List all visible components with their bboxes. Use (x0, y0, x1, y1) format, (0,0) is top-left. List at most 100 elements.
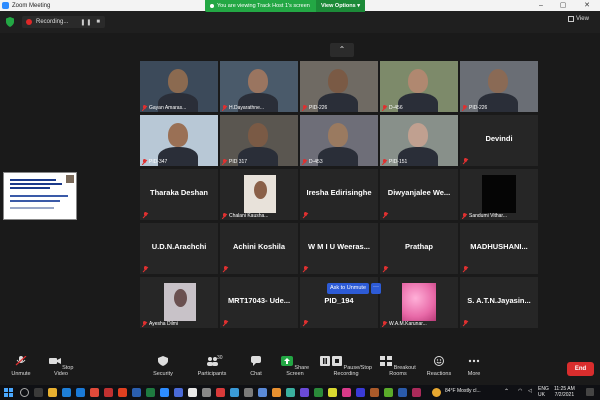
app-icon[interactable] (230, 388, 239, 397)
app-icon[interactable] (244, 388, 253, 397)
maximize-button[interactable]: ▢ (552, 0, 574, 11)
language-indicator[interactable]: ENG UK (538, 386, 549, 398)
file-explorer-icon[interactable] (48, 388, 57, 397)
app-icon[interactable] (342, 388, 351, 397)
app-icon[interactable] (286, 388, 295, 397)
clock[interactable]: 11:25 AM 7/2/2021 (554, 386, 575, 398)
stop-video-button[interactable]: Stop Video (44, 356, 78, 377)
participant-tile[interactable]: PID 317 (220, 115, 298, 166)
view-options-button[interactable]: View Options ▾ (315, 0, 365, 12)
app-icon[interactable] (412, 388, 421, 397)
tray-chevron-icon[interactable]: ⌃ (504, 388, 509, 395)
participant-tile[interactable]: MADHUSHANI... (460, 223, 538, 274)
participant-tile[interactable]: PID-226 (300, 61, 378, 112)
participant-name: Iresha Edirisinghe (306, 188, 372, 197)
office-icon[interactable] (90, 388, 99, 397)
pause-recording-icon[interactable]: ❚❚ (80, 19, 92, 26)
participant-tile[interactable]: Iresha Edirisinghe (300, 169, 378, 220)
chat-button[interactable]: Chat (246, 356, 266, 377)
wifi-icon[interactable]: ◠ (518, 388, 522, 394)
zoom-taskbar-icon[interactable] (160, 388, 169, 397)
app-icon[interactable] (370, 388, 379, 397)
app-icon[interactable] (202, 388, 211, 397)
participant-tile[interactable]: Achini Koshila (220, 223, 298, 274)
stop-recording-icon[interactable]: ■ (96, 19, 101, 25)
participant-video (488, 69, 508, 93)
app-icon[interactable] (356, 388, 365, 397)
app-icon[interactable] (272, 388, 281, 397)
security-button[interactable]: Security (150, 356, 176, 377)
unmute-button[interactable]: Unmute (8, 355, 34, 377)
app-icon[interactable] (328, 388, 337, 397)
view-button[interactable]: View (568, 16, 589, 22)
share-screen-icon (280, 356, 293, 366)
participant-tile[interactable]: U.D.N.Arachchi (140, 223, 218, 274)
participant-tile[interactable]: PID-347 (140, 115, 218, 166)
meeting-header: Recording... ❚❚ ■ View (0, 11, 600, 33)
participant-tile[interactable]: Sandumi Vithar... (460, 169, 538, 220)
task-view-icon[interactable] (34, 388, 43, 397)
app-icon[interactable] (258, 388, 267, 397)
participant-tile[interactable]: D-453 (300, 115, 378, 166)
participant-tile[interactable]: PID-151 (380, 115, 458, 166)
breakout-rooms-label: Breakout Rooms (389, 365, 416, 377)
reactions-button[interactable]: Reactions (426, 356, 452, 377)
participant-tile[interactable]: MRT17043- Ude... (220, 277, 298, 328)
breakout-rooms-button[interactable]: Breakout Rooms (378, 356, 418, 377)
mic-muted-icon (303, 320, 308, 326)
participant-name: MRT17043- Ude... (227, 296, 291, 305)
participant-tile[interactable]: H.Dayarathne... (220, 61, 298, 112)
pause-stop-recording-button[interactable]: Pause/Stop Recording (318, 356, 374, 377)
breakout-rooms-icon (380, 356, 393, 366)
participants-button[interactable]: Participants 30 (195, 355, 229, 377)
participant-tile[interactable]: Tharaka Deshan (140, 169, 218, 220)
reactions-label: Reactions (426, 371, 452, 377)
powerpoint-icon[interactable] (118, 388, 127, 397)
shield-icon[interactable] (6, 17, 14, 27)
end-meeting-button[interactable]: End (567, 362, 594, 376)
mail-icon[interactable] (76, 388, 85, 397)
participant-tile[interactable]: Devindi (460, 115, 538, 166)
windows-start-icon[interactable] (4, 388, 13, 397)
ask-to-unmute-button[interactable]: Ask to Unmute (327, 283, 369, 294)
participant-tile[interactable]: Diwyanjalee We... (380, 169, 458, 220)
participant-name: W M I U Weeras... (308, 242, 370, 251)
volume-icon[interactable]: ◁ (528, 388, 532, 394)
app-icon[interactable] (300, 388, 309, 397)
participant-video (168, 69, 188, 93)
participant-tile[interactable]: W.A.M.Karunar... (380, 277, 458, 328)
security-label: Security (153, 371, 173, 377)
tile-more-button[interactable]: ··· (371, 283, 381, 294)
chrome-icon[interactable] (188, 388, 197, 397)
close-button[interactable]: ✕ (576, 0, 598, 11)
participant-caption: Sandumi Vithar... (462, 213, 507, 219)
participant-tile[interactable]: D-456 (380, 61, 458, 112)
app-icon[interactable] (398, 388, 407, 397)
collapse-gallery-button[interactable]: ⌃ (330, 43, 354, 57)
windows-taskbar: 84°F Mostly cl... ⌃ ◠ ◁ ENG UK 11:25 AM 7/… (0, 385, 600, 400)
word-icon[interactable] (132, 388, 141, 397)
app-icon[interactable] (384, 388, 393, 397)
more-button[interactable]: More (464, 356, 484, 377)
participant-tile[interactable]: Chalani Kausha... (220, 169, 298, 220)
participant-tile[interactable]: W M I U Weeras... (300, 223, 378, 274)
acrobat-icon[interactable] (104, 388, 113, 397)
participant-tile[interactable]: S. A.T.N.Jayasin... (460, 277, 538, 328)
teams-icon[interactable] (174, 388, 183, 397)
participant-tile[interactable]: Gayan Amaras... (140, 61, 218, 112)
shared-screen-thumbnail[interactable] (3, 172, 77, 220)
mic-muted-icon (463, 266, 468, 272)
slide-line (10, 195, 68, 197)
notification-icon[interactable] (586, 388, 594, 396)
weather-text[interactable]: 84°F Mostly cl... (445, 388, 481, 394)
minimize-button[interactable]: – (530, 0, 552, 11)
edge-icon[interactable] (62, 388, 71, 397)
participant-tile[interactable]: Ayesha Dilmi (140, 277, 218, 328)
app-icon[interactable] (314, 388, 323, 397)
share-screen-button[interactable]: Share Screen (278, 356, 312, 377)
search-icon[interactable] (20, 388, 29, 397)
excel-icon[interactable] (146, 388, 155, 397)
participant-tile[interactable]: Prathap (380, 223, 458, 274)
participant-tile[interactable]: PID-226 (460, 61, 538, 112)
app-icon[interactable] (216, 388, 225, 397)
